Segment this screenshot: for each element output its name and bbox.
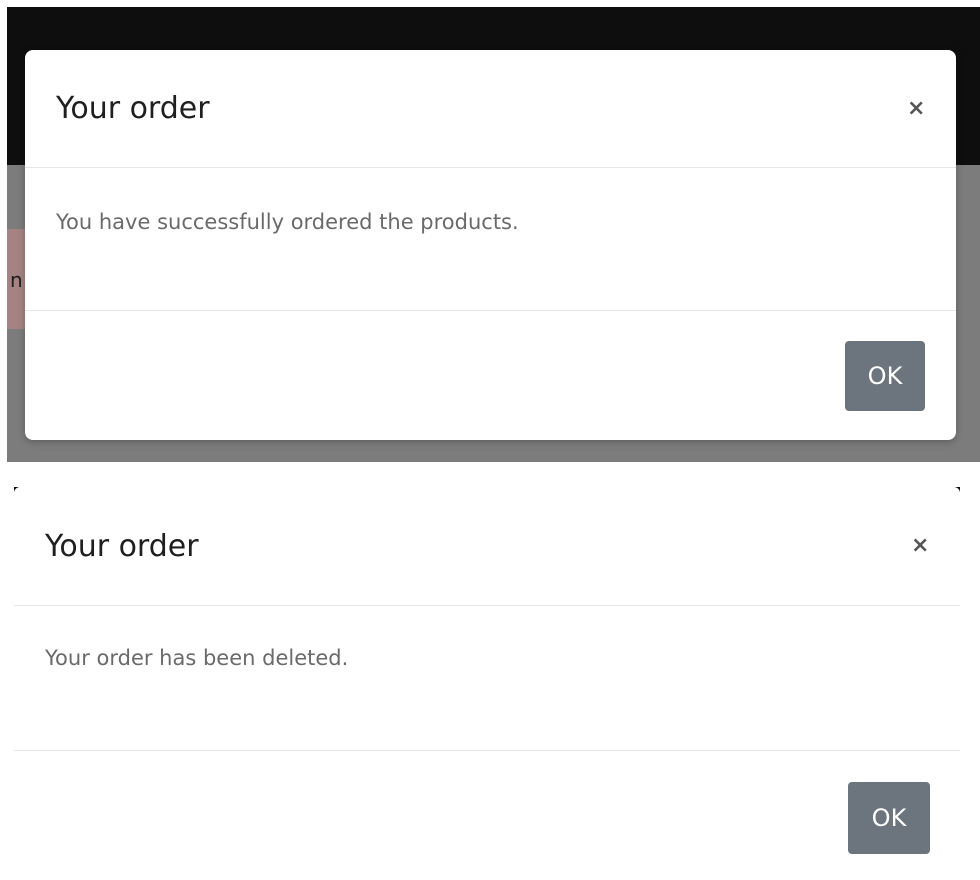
modal-title: Your order <box>45 529 199 564</box>
modal-footer: OK <box>25 311 956 440</box>
close-icon[interactable]: × <box>911 535 929 557</box>
background-text-fragment: n <box>10 268 23 292</box>
modal-header: Your order × <box>25 50 956 168</box>
order-deleted-modal: Your order × Your order has been deleted… <box>14 487 960 880</box>
screenshot-order-success: n Your order × You have successfully ord… <box>7 7 980 462</box>
modal-message: Your order has been deleted. <box>45 646 349 670</box>
modal-title: Your order <box>56 91 210 126</box>
order-success-modal: Your order × You have successfully order… <box>25 50 956 440</box>
modal-footer: OK <box>14 751 960 880</box>
modal-message: You have successfully ordered the produc… <box>56 210 519 234</box>
screenshot-order-deleted: n Your order × Your order has been delet… <box>14 487 960 880</box>
ok-button[interactable]: OK <box>845 341 925 411</box>
ok-button[interactable]: OK <box>848 782 930 854</box>
modal-body: You have successfully ordered the produc… <box>25 168 956 311</box>
modal-body: Your order has been deleted. <box>14 606 960 751</box>
modal-header: Your order × <box>14 487 960 606</box>
close-icon[interactable]: × <box>907 98 925 120</box>
